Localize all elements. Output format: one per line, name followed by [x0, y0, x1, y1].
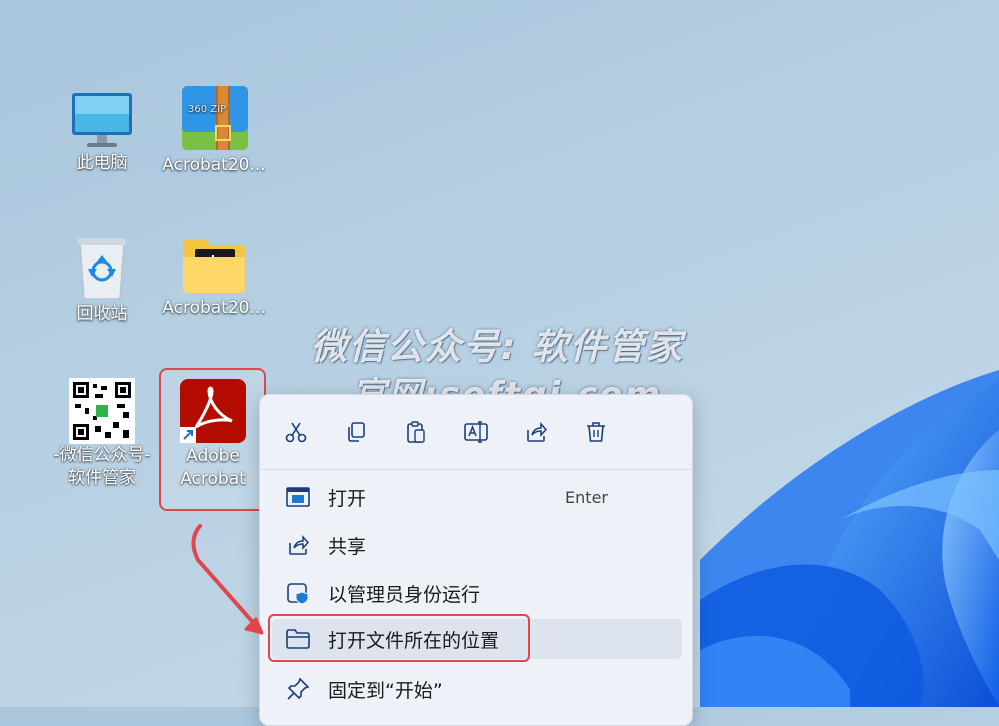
- desktop-icon-acrobat-zip[interactable]: 360 ZIP Acrobat20...: [159, 82, 269, 177]
- zip-badge: 360 ZIP: [188, 104, 226, 115]
- copy-button[interactable]: [339, 415, 373, 449]
- menu-item-pin-to-start[interactable]: 固定到“开始”: [272, 669, 682, 709]
- desktop-icon-acrobat-folder[interactable]: Acrobat20...: [159, 235, 269, 320]
- context-menu: 打开 Enter 共享 以管理员身份运行 打开文件所在的位置 固定到“开始”: [259, 394, 693, 726]
- share-icon: [527, 422, 548, 442]
- desktop-icon-label: 回收站: [76, 304, 128, 324]
- desktop-icon-recycle-bin[interactable]: 回收站: [47, 233, 157, 326]
- watermark-line1: 微信公众号: 软件管家: [311, 327, 684, 368]
- menu-item-label: 固定到“开始”: [328, 679, 443, 702]
- qr-code-icon: [69, 378, 135, 444]
- menu-item-label: 共享: [328, 535, 367, 558]
- desktop-icon-label-line2: 软件管家: [68, 468, 136, 488]
- clipboard-icon: [407, 421, 425, 443]
- menu-item-share[interactable]: 共享: [272, 525, 682, 565]
- menu-item-shortcut: Enter: [565, 487, 608, 507]
- desktop-icon-label: Adobe: [186, 446, 240, 466]
- desktop-icon-label: Acrobat20...: [162, 155, 266, 175]
- menu-item-run-as-admin[interactable]: 以管理员身份运行: [272, 573, 682, 613]
- monitor-icon: [72, 93, 132, 147]
- recycle-bin-icon: [78, 238, 126, 300]
- desktop-icon-label: -微信公众号-: [53, 445, 151, 465]
- rename-button[interactable]: [459, 415, 493, 449]
- adobe-acrobat-icon: [180, 379, 246, 443]
- menu-item-label: 以管理员身份运行: [328, 583, 481, 606]
- copy-icon: [348, 422, 365, 442]
- menu-item-highlight-box: [268, 614, 530, 662]
- delete-button[interactable]: [579, 415, 613, 449]
- open-app-icon: [284, 483, 312, 511]
- zip-archive-icon: 360 ZIP: [182, 86, 248, 150]
- pin-icon: [284, 675, 312, 703]
- desktop-icon-label: 此电脑: [76, 153, 128, 173]
- shield-admin-icon: [284, 579, 312, 607]
- rename-icon: [464, 421, 488, 443]
- context-menu-toolbar: [260, 395, 692, 469]
- menu-item-label: 打开: [328, 487, 367, 510]
- desktop-icon-adobe-acrobat[interactable]: Adobe Acrobat: [158, 377, 268, 491]
- cut-button[interactable]: [279, 415, 313, 449]
- folder-icon: [183, 239, 245, 293]
- menu-separator: [260, 469, 692, 470]
- desktop-icon-label: Acrobat20...: [162, 298, 266, 318]
- desktop-icon-wechat-qr[interactable]: -微信公众号- 软件管家: [47, 378, 157, 490]
- menu-item-open[interactable]: 打开 Enter: [272, 477, 682, 517]
- share-icon: [284, 531, 312, 559]
- share-button[interactable]: [519, 415, 553, 449]
- trash-icon: [587, 422, 605, 442]
- desktop-icon-label-line2: Acrobat: [180, 469, 246, 489]
- scissors-icon: [285, 422, 307, 443]
- paste-button[interactable]: [399, 415, 433, 449]
- desktop-icon-this-pc[interactable]: 此电脑: [47, 90, 157, 175]
